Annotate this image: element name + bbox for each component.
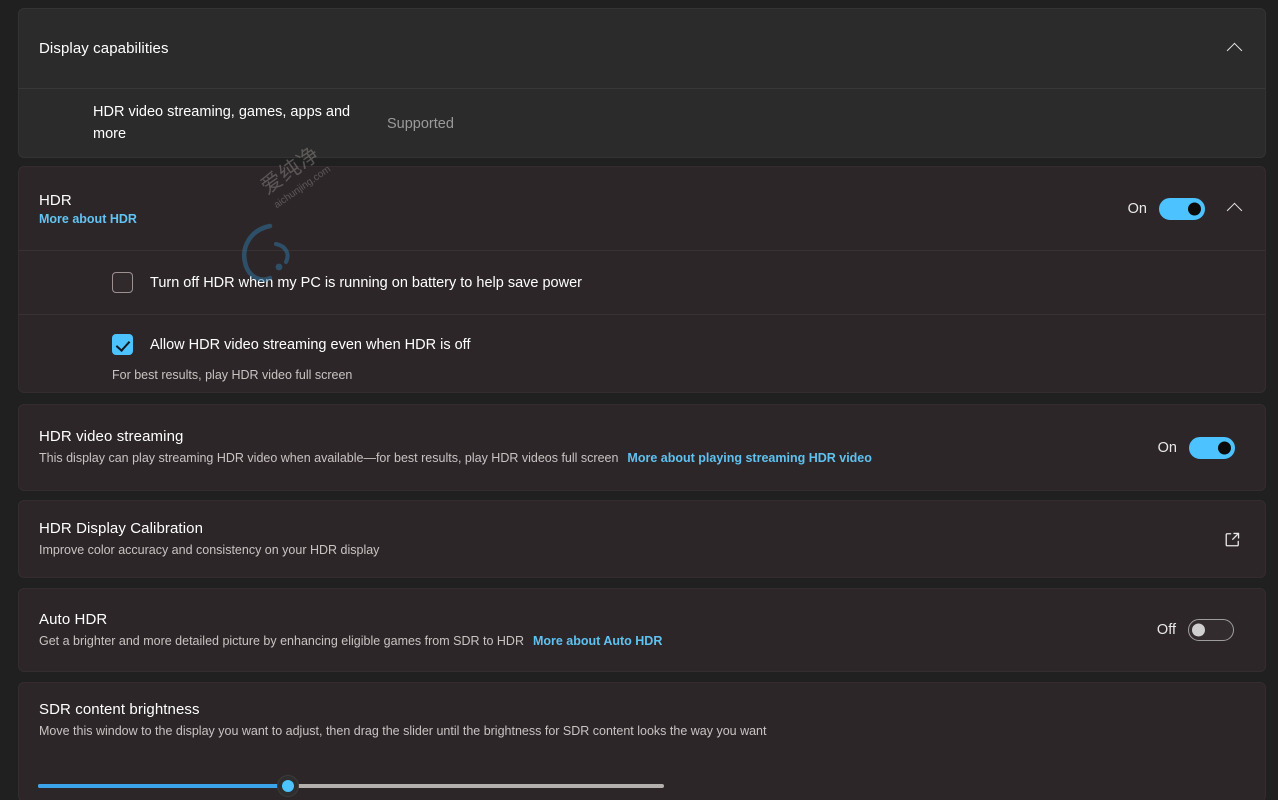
capability-label: HDR video streaming, games, apps and mor… (93, 104, 351, 142)
hdr-state-label: On (1127, 200, 1147, 217)
hdr-title: HDR (39, 191, 72, 209)
more-about-playing-streaming-hdr-video-link[interactable]: More about playing streaming HDR video (627, 451, 871, 465)
more-about-auto-hdr-link[interactable]: More about Auto HDR (533, 634, 662, 648)
slider-fill (38, 784, 288, 788)
hdr-toggle[interactable] (1159, 197, 1205, 220)
slider-thumb[interactable] (277, 775, 299, 797)
hdr-video-streaming-row: HDR video streaming This display can pla… (19, 405, 1265, 490)
sdr-content-brightness-title: SDR content brightness (39, 701, 200, 718)
hdr-battery-checkbox[interactable] (112, 272, 133, 293)
chevron-up-icon[interactable] (1217, 192, 1251, 226)
hdr-display-calibration-title: HDR Display Calibration (39, 519, 204, 537)
hdr-allow-streaming-label: Allow HDR video streaming even when HDR … (150, 336, 471, 353)
hdr-video-streaming-toggle[interactable] (1189, 436, 1235, 459)
auto-hdr-card: Auto HDR Get a brighter and more detaile… (18, 588, 1266, 672)
hdr-video-streaming-card: HDR video streaming This display can pla… (18, 404, 1266, 491)
auto-hdr-state-label: Off (1156, 622, 1176, 638)
hdr-header-row[interactable]: HDR More about HDR On (19, 167, 1265, 250)
sdr-brightness-slider[interactable] (38, 775, 664, 797)
auto-hdr-description: Get a brighter and more detailed picture… (39, 633, 524, 648)
more-about-hdr-link[interactable]: More about HDR (39, 212, 137, 226)
display-capabilities-title: Display capabilities (39, 40, 169, 57)
hdr-allow-streaming-description: For best results, play HDR video full sc… (112, 368, 353, 382)
hdr-video-streaming-state-label: On (1157, 439, 1177, 456)
hdr-allow-streaming-option-row[interactable]: Allow HDR video streaming even when HDR … (19, 314, 1265, 392)
sdr-content-brightness-description: Move this window to the display you want… (39, 724, 767, 738)
hdr-battery-option-row[interactable]: Turn off HDR when my PC is running on ba… (19, 250, 1265, 314)
sdr-content-brightness-text-row: SDR content brightness Move this window … (19, 683, 1265, 751)
auto-hdr-row: Auto HDR Get a brighter and more detaile… (19, 589, 1265, 671)
settings-scroll-region[interactable]: Display capabilities HDR video streaming… (0, 0, 1278, 800)
hdr-battery-label: Turn off HDR when my PC is running on ba… (150, 274, 582, 291)
hdr-display-calibration-card[interactable]: HDR Display Calibration Improve color ac… (18, 500, 1266, 578)
hdr-card: HDR More about HDR On Turn off HDR when … (18, 166, 1266, 393)
hdr-allow-streaming-checkbox[interactable] (112, 334, 133, 355)
auto-hdr-title: Auto HDR (39, 610, 108, 628)
external-link-icon[interactable] (1215, 522, 1249, 556)
hdr-display-calibration-row[interactable]: HDR Display Calibration Improve color ac… (19, 501, 1265, 577)
display-capabilities-header-row[interactable]: Display capabilities (19, 9, 1265, 88)
chevron-up-icon[interactable] (1217, 32, 1251, 66)
hdr-display-calibration-description: Improve color accuracy and consistency o… (39, 542, 380, 557)
hdr-video-streaming-title: HDR video streaming (39, 428, 184, 446)
capability-value: Supported (387, 115, 454, 132)
hdr-video-streaming-description: This display can play streaming HDR vide… (39, 451, 619, 466)
display-capabilities-card: Display capabilities HDR video streaming… (18, 8, 1266, 158)
capability-row: HDR video streaming, games, apps and mor… (19, 88, 1265, 157)
auto-hdr-toggle[interactable] (1188, 619, 1234, 641)
